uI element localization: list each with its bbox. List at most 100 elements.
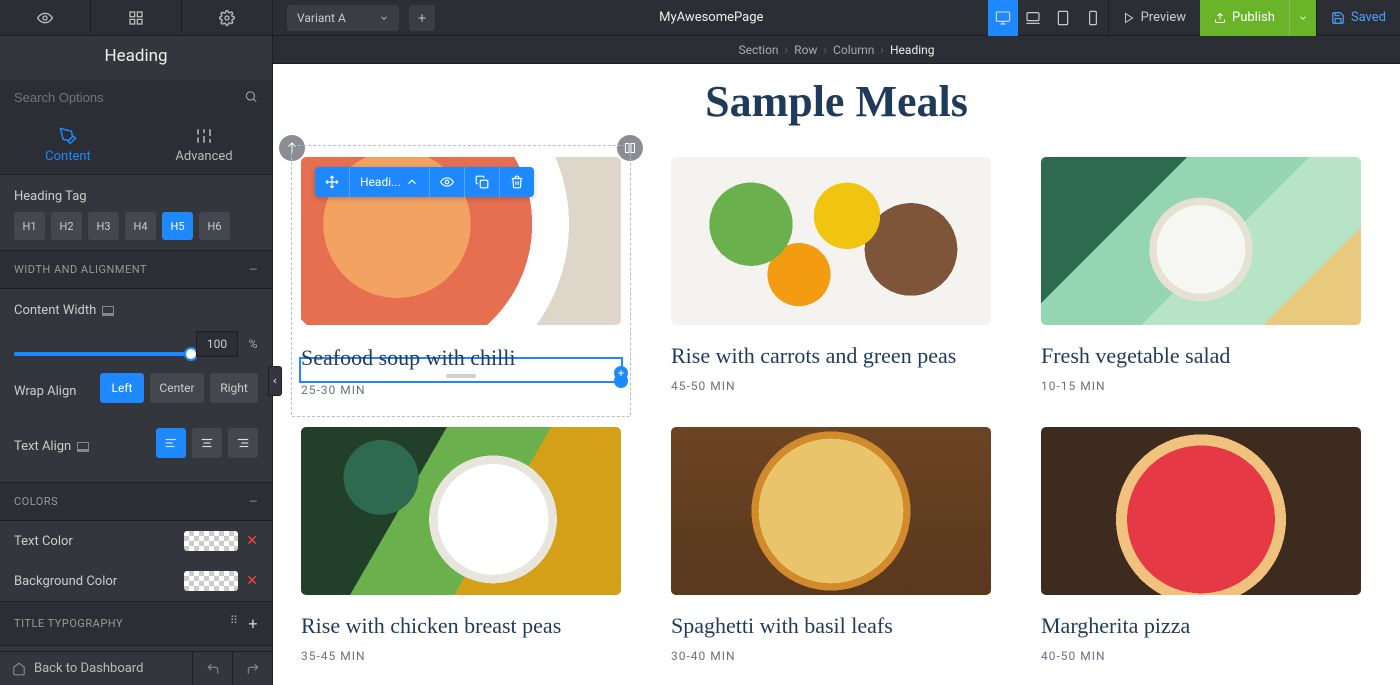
meals-grid: Headi... Seafood soup with chilli + 25-3… [273, 157, 1400, 685]
heading-tag-buttons: H1 H2 H3 H4 H5 H6 [0, 212, 272, 250]
tab-advanced[interactable]: Advanced [136, 115, 272, 174]
panel-title: Heading [0, 36, 272, 74]
preview-button[interactable]: Preview [1108, 0, 1200, 36]
meal-title[interactable]: Fresh vegetable salad [1041, 343, 1361, 369]
sidebar-top-utilities [0, 0, 272, 36]
meal-photo[interactable] [671, 427, 991, 595]
clear-bg-color[interactable]: ✕ [246, 573, 258, 589]
variant-dropdown[interactable]: Variant A [287, 5, 399, 31]
panel-tabs: Content Advanced [0, 115, 272, 175]
meal-title[interactable]: Margherita pizza [1041, 613, 1361, 639]
wrap-right[interactable]: Right [210, 373, 258, 403]
meal-meta: 40-50 MIN [1041, 649, 1361, 663]
meal-photo[interactable] [1041, 427, 1361, 595]
crumb-row[interactable]: Row [794, 43, 817, 57]
crumb-section[interactable]: Section [738, 43, 778, 57]
main-area: Variant A MyAwesomePage Preview Publish … [273, 0, 1400, 685]
meal-card[interactable]: Rise with chicken breast peas 35-45 MIN [301, 427, 621, 663]
text-align-label: Text Align [14, 439, 71, 454]
publish-button[interactable]: Publish [1200, 0, 1289, 36]
htag-h4[interactable]: H4 [125, 212, 156, 240]
htag-h1[interactable]: H1 [14, 212, 45, 240]
text-color-row: Text Color ✕ [0, 521, 272, 561]
meal-card[interactable]: Fresh vegetable salad 10-15 MIN [1041, 157, 1361, 397]
meal-title[interactable]: Seafood soup with chilli [301, 343, 621, 373]
htag-h2[interactable]: H2 [51, 212, 82, 240]
back-to-dashboard[interactable]: Back to Dashboard [0, 661, 192, 676]
width-alignment-header[interactable]: WIDTH AND ALIGNMENT — [0, 250, 272, 289]
columns-icon[interactable] [617, 135, 643, 161]
delete-icon[interactable] [500, 167, 534, 197]
meal-title[interactable]: Rise with carrots and green peas [671, 343, 991, 369]
htag-h3[interactable]: H3 [88, 212, 119, 240]
text-align-center[interactable] [192, 428, 222, 458]
add-variant[interactable] [409, 5, 435, 31]
saved-status[interactable]: Saved [1316, 0, 1400, 36]
toolstrip-label[interactable]: Headi... [350, 167, 430, 197]
minus-icon: — [249, 263, 258, 276]
wrap-left[interactable]: Left [100, 373, 144, 403]
device-tablet[interactable] [1048, 0, 1078, 36]
redo-button[interactable] [232, 652, 272, 685]
crumb-column[interactable]: Column [833, 43, 874, 57]
htag-h6[interactable]: H6 [199, 212, 230, 240]
device-desktop[interactable] [988, 0, 1018, 36]
meal-photo[interactable] [1041, 157, 1361, 325]
content-width-label: Content Width [0, 289, 272, 326]
link-icon[interactable]: ⠿ [230, 614, 239, 633]
wrap-center[interactable]: Center [150, 373, 204, 403]
meal-meta: 35-45 MIN [301, 649, 621, 663]
wrap-align-label: Wrap Align [14, 384, 76, 399]
publish-dropdown[interactable] [1289, 0, 1316, 36]
resize-handle[interactable] [446, 374, 476, 378]
device-laptop[interactable] [1018, 0, 1048, 36]
meal-title[interactable]: Spaghetti with basil leafs [671, 613, 991, 639]
crumb-heading[interactable]: Heading [890, 43, 935, 57]
visibility-icon[interactable] [430, 167, 465, 197]
text-align-left[interactable] [156, 428, 186, 458]
meal-meta: 30-40 MIN [671, 649, 991, 663]
colors-header[interactable]: COLORS — [0, 482, 272, 521]
move-icon[interactable] [315, 167, 350, 197]
content-width-slider[interactable]: 100 % [0, 326, 272, 362]
gear-icon[interactable] [182, 0, 272, 35]
plus-icon[interactable]: + [248, 614, 258, 633]
htag-h5[interactable]: H5 [162, 212, 193, 240]
duplicate-icon[interactable] [465, 167, 500, 197]
meal-title[interactable]: Rise with chicken breast peas [301, 613, 621, 639]
text-color-swatch[interactable] [184, 531, 238, 551]
bg-color-row: Background Color ✕ [0, 561, 272, 601]
device-switcher [988, 0, 1108, 36]
device-mobile[interactable] [1078, 0, 1108, 36]
meal-photo[interactable] [671, 157, 991, 325]
add-below-icon[interactable]: + [614, 366, 628, 380]
page-heading[interactable]: Sample Meals [273, 64, 1400, 157]
search-input[interactable] [0, 80, 272, 115]
clear-text-color[interactable]: ✕ [246, 533, 258, 549]
meal-card[interactable]: Rise with carrots and green peas 45-50 M… [671, 157, 991, 397]
page-name: MyAwesomePage [435, 10, 988, 25]
meal-photo[interactable] [301, 427, 621, 595]
minus-icon: — [249, 495, 258, 508]
content-width-value[interactable]: 100 [196, 331, 238, 357]
grid-icon[interactable] [91, 0, 182, 35]
canvas[interactable]: Sample Meals Headi... Seafood soup with … [273, 64, 1400, 685]
undo-button[interactable] [192, 652, 232, 685]
content-width-unit[interactable]: % [242, 331, 264, 357]
meal-card[interactable]: Headi... Seafood soup with chilli + 25-3… [301, 157, 621, 397]
meal-card[interactable]: Spaghetti with basil leafs 30-40 MIN [671, 427, 991, 663]
typography-header[interactable]: TITLE TYPOGRAPHY ⠿ + [0, 601, 272, 646]
bg-color-swatch[interactable] [184, 571, 238, 591]
text-align-right[interactable] [228, 428, 258, 458]
panel-body: Heading Tag H1 H2 H3 H4 H5 H6 WIDTH AND … [0, 175, 272, 651]
breadcrumb: Section› Row› Column› Heading [273, 36, 1400, 64]
options-sidebar: Heading Content Advanced Heading Tag H1 … [0, 0, 273, 685]
collapse-sidebar[interactable] [268, 366, 282, 396]
visibility-icon[interactable] [0, 0, 91, 35]
meal-card[interactable]: Margherita pizza 40-50 MIN [1041, 427, 1361, 663]
tab-content[interactable]: Content [0, 115, 136, 174]
search-icon[interactable] [244, 88, 258, 107]
meal-meta: 10-15 MIN [1041, 379, 1361, 393]
search-options [0, 80, 272, 115]
anchor-icon[interactable] [279, 135, 305, 161]
